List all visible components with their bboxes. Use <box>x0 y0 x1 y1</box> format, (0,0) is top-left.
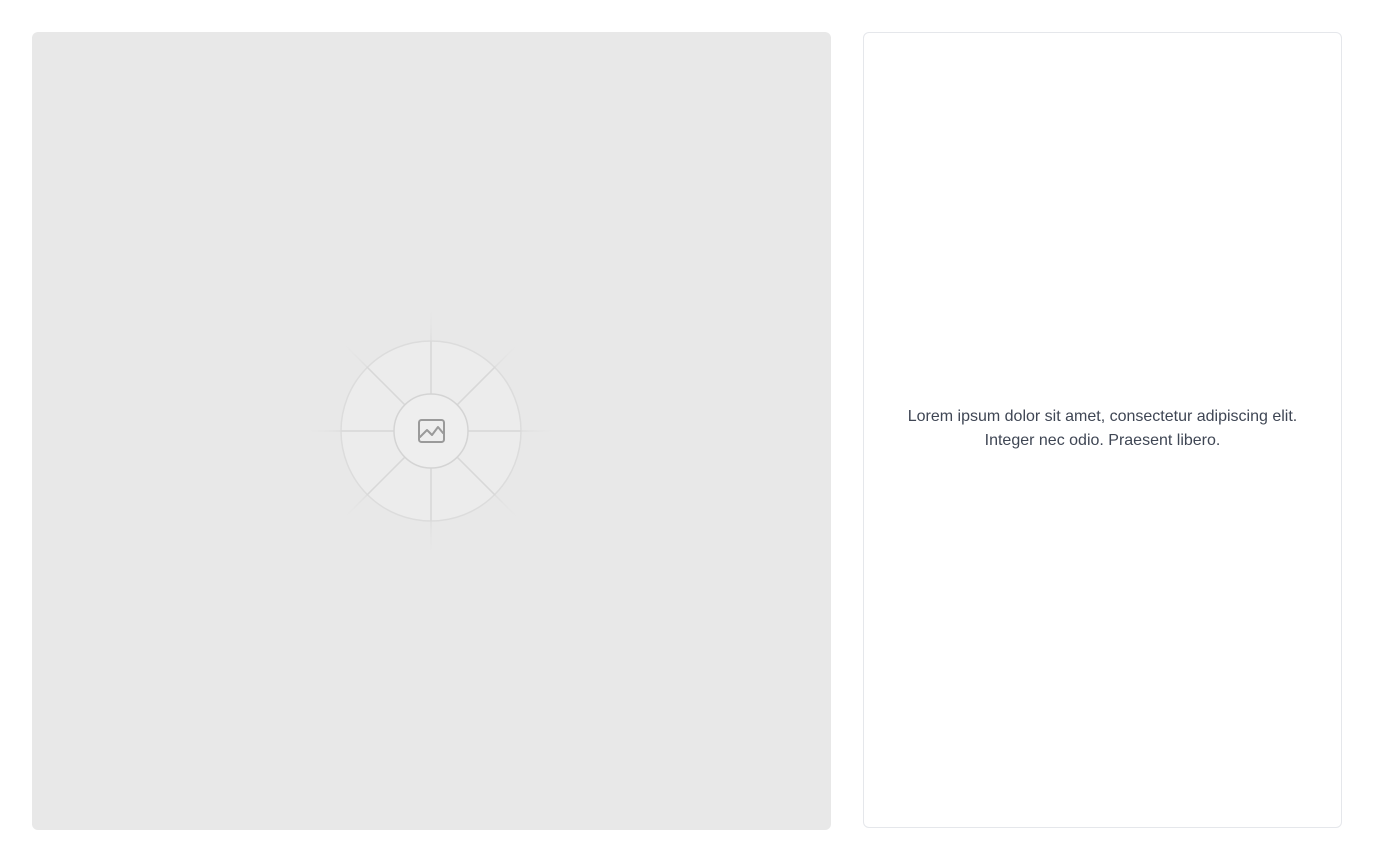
text-card: Lorem ipsum dolor sit amet, consectetur … <box>863 32 1342 828</box>
page: Lorem ipsum dolor sit amet, consectetur … <box>0 0 1376 863</box>
image-placeholder-graphic <box>302 302 560 560</box>
image-placeholder <box>32 32 831 830</box>
inner-ring <box>393 393 469 469</box>
card-text: Lorem ipsum dolor sit amet, consectetur … <box>907 408 1298 449</box>
